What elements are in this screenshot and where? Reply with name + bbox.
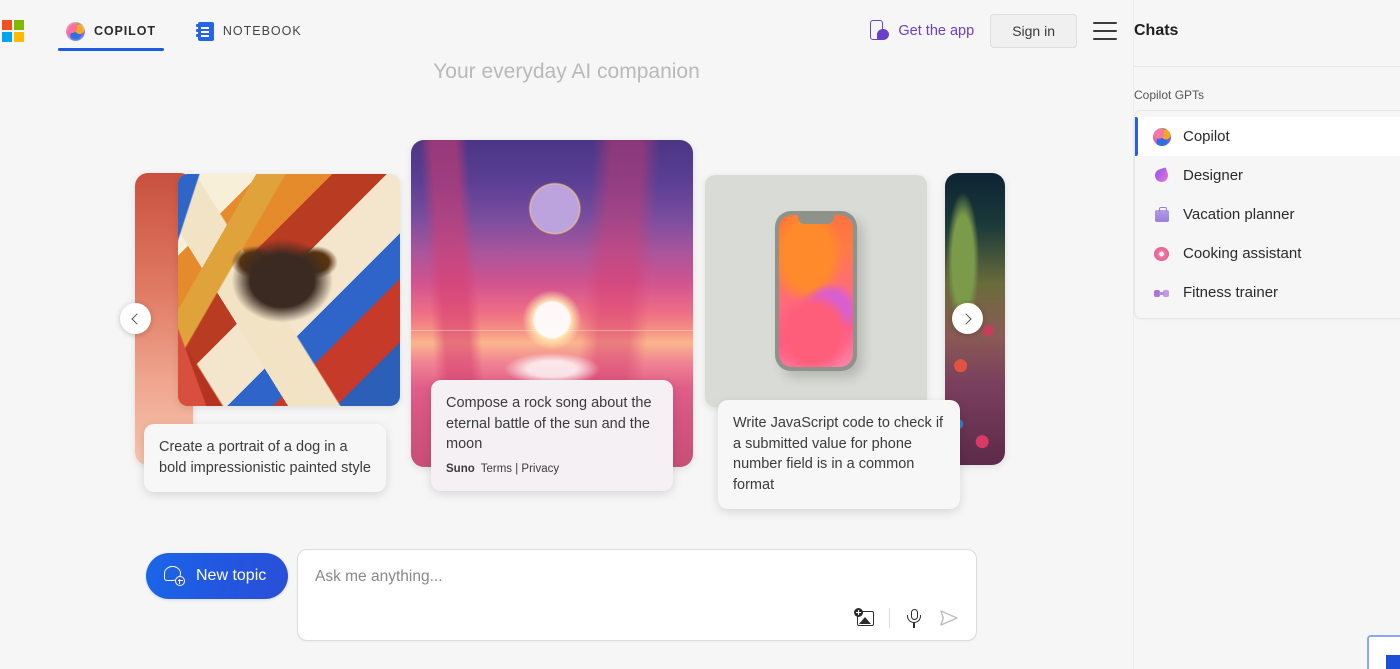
caption-attribution: Suno Terms | Privacy — [446, 461, 658, 477]
top-navigation-bar: COPILOT NOTEBOOK Get the app Sign in — [0, 0, 1133, 62]
sidebar-section-label: Copilot GPTs — [1134, 88, 1205, 102]
main-content: COPILOT NOTEBOOK Get the app Sign in You… — [0, 0, 1133, 669]
hero-tagline: Your everyday AI companion — [433, 60, 700, 83]
sidebar-item-label: Vacation planner — [1183, 206, 1295, 223]
attribution-brand: Suno — [446, 462, 475, 475]
carousel-caption-javascript[interactable]: Write JavaScript code to check if a subm… — [718, 400, 960, 510]
new-topic-button[interactable]: New topic — [146, 553, 289, 599]
dumbbell-icon — [1153, 284, 1171, 302]
phone-chat-icon — [870, 20, 890, 42]
sidebar-title: Chats — [1134, 22, 1179, 39]
chat-input[interactable] — [315, 568, 875, 586]
corner-blue-swatch — [1386, 655, 1400, 669]
microsoft-logo[interactable] — [2, 20, 24, 42]
suitcase-icon — [1153, 206, 1171, 224]
tab-notebook[interactable]: NOTEBOOK — [188, 0, 312, 62]
carousel-card-javascript-phone[interactable] — [705, 175, 927, 407]
get-the-app-label: Get the app — [898, 23, 975, 39]
notebook-icon — [195, 21, 214, 41]
sidebar-item-label: Copilot — [1183, 128, 1230, 145]
chevron-right-icon — [960, 312, 972, 325]
carousel-next-button[interactable] — [952, 303, 983, 334]
copilot-gpts-list: Copilot Designer Vacation planner Cookin… — [1134, 110, 1400, 319]
hamburger-menu-icon[interactable] — [1093, 22, 1117, 40]
carousel-prev-button[interactable] — [120, 303, 151, 334]
sidebar-item-label: Designer — [1183, 167, 1244, 184]
sidebar-item-copilot[interactable]: Copilot — [1135, 117, 1400, 156]
caption-text: Compose a rock song about the eternal ba… — [446, 395, 652, 453]
designer-brush-icon — [1153, 167, 1171, 185]
sign-in-button[interactable]: Sign in — [990, 14, 1077, 48]
chevron-left-icon — [131, 312, 143, 325]
sidebar-item-cooking-assistant[interactable]: Cooking assistant — [1135, 234, 1400, 273]
impressionistic-dog-painting — [178, 174, 400, 406]
sidebar-item-designer[interactable]: Designer — [1135, 156, 1400, 195]
copilot-swirl-icon — [66, 21, 85, 41]
carousel-caption-sun-moon[interactable]: Compose a rock song about the eternal ba… — [431, 380, 673, 492]
carousel-caption-dog[interactable]: Create a portrait of a dog in a bold imp… — [144, 424, 386, 493]
chat-input-tools — [854, 607, 960, 629]
tab-notebook-label: NOTEBOOK — [222, 24, 302, 38]
sidebar-item-label: Fitness trainer — [1183, 284, 1279, 301]
smartphone-photo — [705, 175, 927, 407]
attribution-links[interactable]: Terms | Privacy — [481, 463, 559, 475]
caption-text: Create a portrait of a dog in a bold imp… — [159, 439, 371, 476]
prompt-carousel: Create a portrait of a dog in a bold imp… — [0, 135, 1133, 510]
get-the-app-link[interactable]: Get the app — [870, 20, 974, 42]
top-bar-actions: Get the app Sign in — [870, 14, 1133, 48]
copilot-swirl-icon — [1153, 127, 1171, 146]
add-image-icon[interactable] — [854, 607, 876, 629]
sidebar-divider — [1134, 66, 1400, 67]
chat-input-container[interactable] — [297, 549, 977, 641]
chat-plus-icon — [164, 566, 185, 586]
copilot-page: COPILOT NOTEBOOK Get the app Sign in You… — [0, 0, 1400, 669]
tab-copilot[interactable]: COPILOT — [56, 0, 166, 62]
tool-divider — [889, 608, 890, 628]
tab-copilot-label: COPILOT — [94, 24, 156, 38]
sidebar-item-fitness-trainer[interactable]: Fitness trainer — [1135, 273, 1400, 312]
nav-tabs: COPILOT NOTEBOOK — [56, 0, 312, 62]
phone-illustration — [775, 211, 857, 371]
chats-sidebar: Chats Copilot GPTs Copilot Designer Vaca… — [1133, 0, 1400, 669]
caption-text: Write JavaScript code to check if a subm… — [733, 415, 944, 493]
send-icon[interactable] — [938, 607, 960, 629]
composer-area: New topic — [0, 544, 1133, 669]
corner-focused-control[interactable] — [1367, 635, 1400, 669]
sidebar-item-label: Cooking assistant — [1183, 245, 1302, 262]
donut-icon — [1153, 245, 1171, 263]
new-topic-label: New topic — [196, 567, 267, 584]
carousel-card-dog-portrait[interactable] — [178, 174, 400, 406]
microphone-icon[interactable] — [903, 607, 925, 629]
sidebar-item-vacation-planner[interactable]: Vacation planner — [1135, 195, 1400, 234]
